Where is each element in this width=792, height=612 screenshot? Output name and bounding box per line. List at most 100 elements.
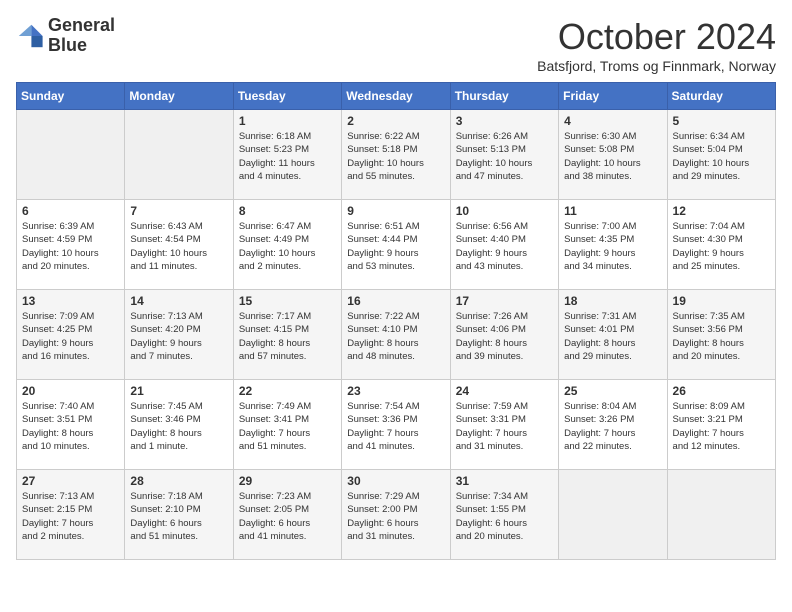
calendar-cell: 8 Sunrise: 6:47 AM Sunset: 4:49 PM Daylig… xyxy=(233,200,341,290)
day-info: Sunrise: 7:49 AM Sunset: 3:41 PM Dayligh… xyxy=(239,400,336,453)
weekday-header-thursday: Thursday xyxy=(450,83,558,110)
calendar-cell: 14Sunrise: 7:13 AM Sunset: 4:20 PM Dayli… xyxy=(125,290,233,380)
calendar-row-2: 6Sunrise: 6:39 AM Sunset: 4:59 PM Daylig… xyxy=(17,200,776,290)
day-number: 18 xyxy=(564,294,661,308)
day-number: 15 xyxy=(239,294,336,308)
calendar-cell xyxy=(17,110,125,200)
calendar-cell: 28 Sunrise: 7:18 AM Sunset: 2:10 PM Dayli… xyxy=(125,470,233,560)
day-info: Sunrise: 6:30 AM Sunset: 5:08 PM Dayligh… xyxy=(564,130,661,183)
day-info: Sunrise: 7:54 AM Sunset: 3:36 PM Dayligh… xyxy=(347,400,444,453)
day-info: Sunrise: 7:09 AM Sunset: 4:25 PM Dayligh… xyxy=(22,310,119,363)
calendar-cell: 24Sunrise: 7:59 AM Sunset: 3:31 PM Dayli… xyxy=(450,380,558,470)
calendar-cell: 20 Sunrise: 7:40 AM Sunset: 3:51 PM Dayli… xyxy=(17,380,125,470)
logo: General Blue xyxy=(16,16,115,56)
title-section: October 2024 Batsfjord, Troms og Finnmar… xyxy=(537,16,776,74)
calendar-cell: 6Sunrise: 6:39 AM Sunset: 4:59 PM Daylig… xyxy=(17,200,125,290)
calendar-cell: 30 Sunrise: 7:29 AM Sunset: 2:00 PM Dayli… xyxy=(342,470,450,560)
calendar-cell: 9 Sunrise: 6:51 AM Sunset: 4:44 PM Daylig… xyxy=(342,200,450,290)
calendar-row-4: 20 Sunrise: 7:40 AM Sunset: 3:51 PM Dayli… xyxy=(17,380,776,470)
calendar-cell: 31 Sunrise: 7:34 AM Sunset: 1:55 PM Dayli… xyxy=(450,470,558,560)
day-info: Sunrise: 7:13 AM Sunset: 2:15 PM Dayligh… xyxy=(22,490,119,543)
day-info: Sunrise: 7:45 AM Sunset: 3:46 PM Dayligh… xyxy=(130,400,227,453)
day-number: 4 xyxy=(564,114,661,128)
day-number: 8 xyxy=(239,204,336,218)
day-number: 3 xyxy=(456,114,553,128)
day-info: Sunrise: 7:04 AM Sunset: 4:30 PM Dayligh… xyxy=(673,220,770,273)
calendar-cell: 27 Sunrise: 7:13 AM Sunset: 2:15 PM Dayli… xyxy=(17,470,125,560)
calendar-cell: 2Sunrise: 6:22 AM Sunset: 5:18 PM Daylig… xyxy=(342,110,450,200)
day-info: Sunrise: 7:40 AM Sunset: 3:51 PM Dayligh… xyxy=(22,400,119,453)
calendar-cell: 12 Sunrise: 7:04 AM Sunset: 4:30 PM Dayli… xyxy=(667,200,775,290)
weekday-header-wednesday: Wednesday xyxy=(342,83,450,110)
calendar-cell: 4 Sunrise: 6:30 AM Sunset: 5:08 PM Daylig… xyxy=(559,110,667,200)
location: Batsfjord, Troms og Finnmark, Norway xyxy=(537,58,776,74)
calendar-cell: 22Sunrise: 7:49 AM Sunset: 3:41 PM Dayli… xyxy=(233,380,341,470)
day-number: 31 xyxy=(456,474,553,488)
calendar-cell: 3 Sunrise: 6:26 AM Sunset: 5:13 PM Daylig… xyxy=(450,110,558,200)
calendar-cell: 25 Sunrise: 8:04 AM Sunset: 3:26 PM Dayli… xyxy=(559,380,667,470)
calendar-cell: 26Sunrise: 8:09 AM Sunset: 3:21 PM Dayli… xyxy=(667,380,775,470)
day-info: Sunrise: 7:26 AM Sunset: 4:06 PM Dayligh… xyxy=(456,310,553,363)
day-number: 12 xyxy=(673,204,770,218)
day-info: Sunrise: 6:43 AM Sunset: 4:54 PM Dayligh… xyxy=(130,220,227,273)
calendar-cell xyxy=(125,110,233,200)
weekday-header-saturday: Saturday xyxy=(667,83,775,110)
day-number: 11 xyxy=(564,204,661,218)
day-info: Sunrise: 7:34 AM Sunset: 1:55 PM Dayligh… xyxy=(456,490,553,543)
day-info: Sunrise: 7:22 AM Sunset: 4:10 PM Dayligh… xyxy=(347,310,444,363)
calendar-row-1: 1Sunrise: 6:18 AM Sunset: 5:23 PM Daylig… xyxy=(17,110,776,200)
calendar-cell: 19Sunrise: 7:35 AM Sunset: 3:56 PM Dayli… xyxy=(667,290,775,380)
weekday-header-friday: Friday xyxy=(559,83,667,110)
day-number: 13 xyxy=(22,294,119,308)
day-info: Sunrise: 6:26 AM Sunset: 5:13 PM Dayligh… xyxy=(456,130,553,183)
day-number: 27 xyxy=(22,474,119,488)
day-number: 7 xyxy=(130,204,227,218)
day-info: Sunrise: 8:04 AM Sunset: 3:26 PM Dayligh… xyxy=(564,400,661,453)
day-info: Sunrise: 7:29 AM Sunset: 2:00 PM Dayligh… xyxy=(347,490,444,543)
day-number: 17 xyxy=(456,294,553,308)
day-info: Sunrise: 6:34 AM Sunset: 5:04 PM Dayligh… xyxy=(673,130,770,183)
calendar-cell xyxy=(667,470,775,560)
calendar-cell: 23 Sunrise: 7:54 AM Sunset: 3:36 PM Dayli… xyxy=(342,380,450,470)
calendar-cell: 17 Sunrise: 7:26 AM Sunset: 4:06 PM Dayli… xyxy=(450,290,558,380)
day-number: 20 xyxy=(22,384,119,398)
logo-icon xyxy=(16,22,44,50)
day-number: 29 xyxy=(239,474,336,488)
weekday-header-monday: Monday xyxy=(125,83,233,110)
calendar-row-5: 27 Sunrise: 7:13 AM Sunset: 2:15 PM Dayli… xyxy=(17,470,776,560)
calendar-cell: 7 Sunrise: 6:43 AM Sunset: 4:54 PM Daylig… xyxy=(125,200,233,290)
day-info: Sunrise: 6:22 AM Sunset: 5:18 PM Dayligh… xyxy=(347,130,444,183)
day-info: Sunrise: 7:23 AM Sunset: 2:05 PM Dayligh… xyxy=(239,490,336,543)
day-info: Sunrise: 6:51 AM Sunset: 4:44 PM Dayligh… xyxy=(347,220,444,273)
calendar-cell: 10Sunrise: 6:56 AM Sunset: 4:40 PM Dayli… xyxy=(450,200,558,290)
day-number: 30 xyxy=(347,474,444,488)
day-number: 23 xyxy=(347,384,444,398)
calendar-cell: 16 Sunrise: 7:22 AM Sunset: 4:10 PM Dayli… xyxy=(342,290,450,380)
weekday-header-sunday: Sunday xyxy=(17,83,125,110)
calendar-row-3: 13 Sunrise: 7:09 AM Sunset: 4:25 PM Dayli… xyxy=(17,290,776,380)
day-info: Sunrise: 8:09 AM Sunset: 3:21 PM Dayligh… xyxy=(673,400,770,453)
calendar-table: SundayMondayTuesdayWednesdayThursdayFrid… xyxy=(16,82,776,560)
calendar-cell: 1Sunrise: 6:18 AM Sunset: 5:23 PM Daylig… xyxy=(233,110,341,200)
day-number: 28 xyxy=(130,474,227,488)
weekday-header-row: SundayMondayTuesdayWednesdayThursdayFrid… xyxy=(17,83,776,110)
calendar-cell: 29 Sunrise: 7:23 AM Sunset: 2:05 PM Dayli… xyxy=(233,470,341,560)
calendar-cell: 13 Sunrise: 7:09 AM Sunset: 4:25 PM Dayli… xyxy=(17,290,125,380)
calendar-cell: 11 Sunrise: 7:00 AM Sunset: 4:35 PM Dayli… xyxy=(559,200,667,290)
day-number: 25 xyxy=(564,384,661,398)
day-number: 16 xyxy=(347,294,444,308)
day-info: Sunrise: 6:47 AM Sunset: 4:49 PM Dayligh… xyxy=(239,220,336,273)
day-info: Sunrise: 7:18 AM Sunset: 2:10 PM Dayligh… xyxy=(130,490,227,543)
day-info: Sunrise: 6:56 AM Sunset: 4:40 PM Dayligh… xyxy=(456,220,553,273)
day-info: Sunrise: 7:59 AM Sunset: 3:31 PM Dayligh… xyxy=(456,400,553,453)
day-info: Sunrise: 7:17 AM Sunset: 4:15 PM Dayligh… xyxy=(239,310,336,363)
page-header: General Blue October 2024 Batsfjord, Tro… xyxy=(16,16,776,74)
day-info: Sunrise: 6:18 AM Sunset: 5:23 PM Dayligh… xyxy=(239,130,336,183)
calendar-cell: 18 Sunrise: 7:31 AM Sunset: 4:01 PM Dayli… xyxy=(559,290,667,380)
day-info: Sunrise: 7:31 AM Sunset: 4:01 PM Dayligh… xyxy=(564,310,661,363)
day-number: 6 xyxy=(22,204,119,218)
day-info: Sunrise: 7:00 AM Sunset: 4:35 PM Dayligh… xyxy=(564,220,661,273)
day-info: Sunrise: 7:13 AM Sunset: 4:20 PM Dayligh… xyxy=(130,310,227,363)
month-title: October 2024 xyxy=(537,16,776,58)
day-number: 9 xyxy=(347,204,444,218)
